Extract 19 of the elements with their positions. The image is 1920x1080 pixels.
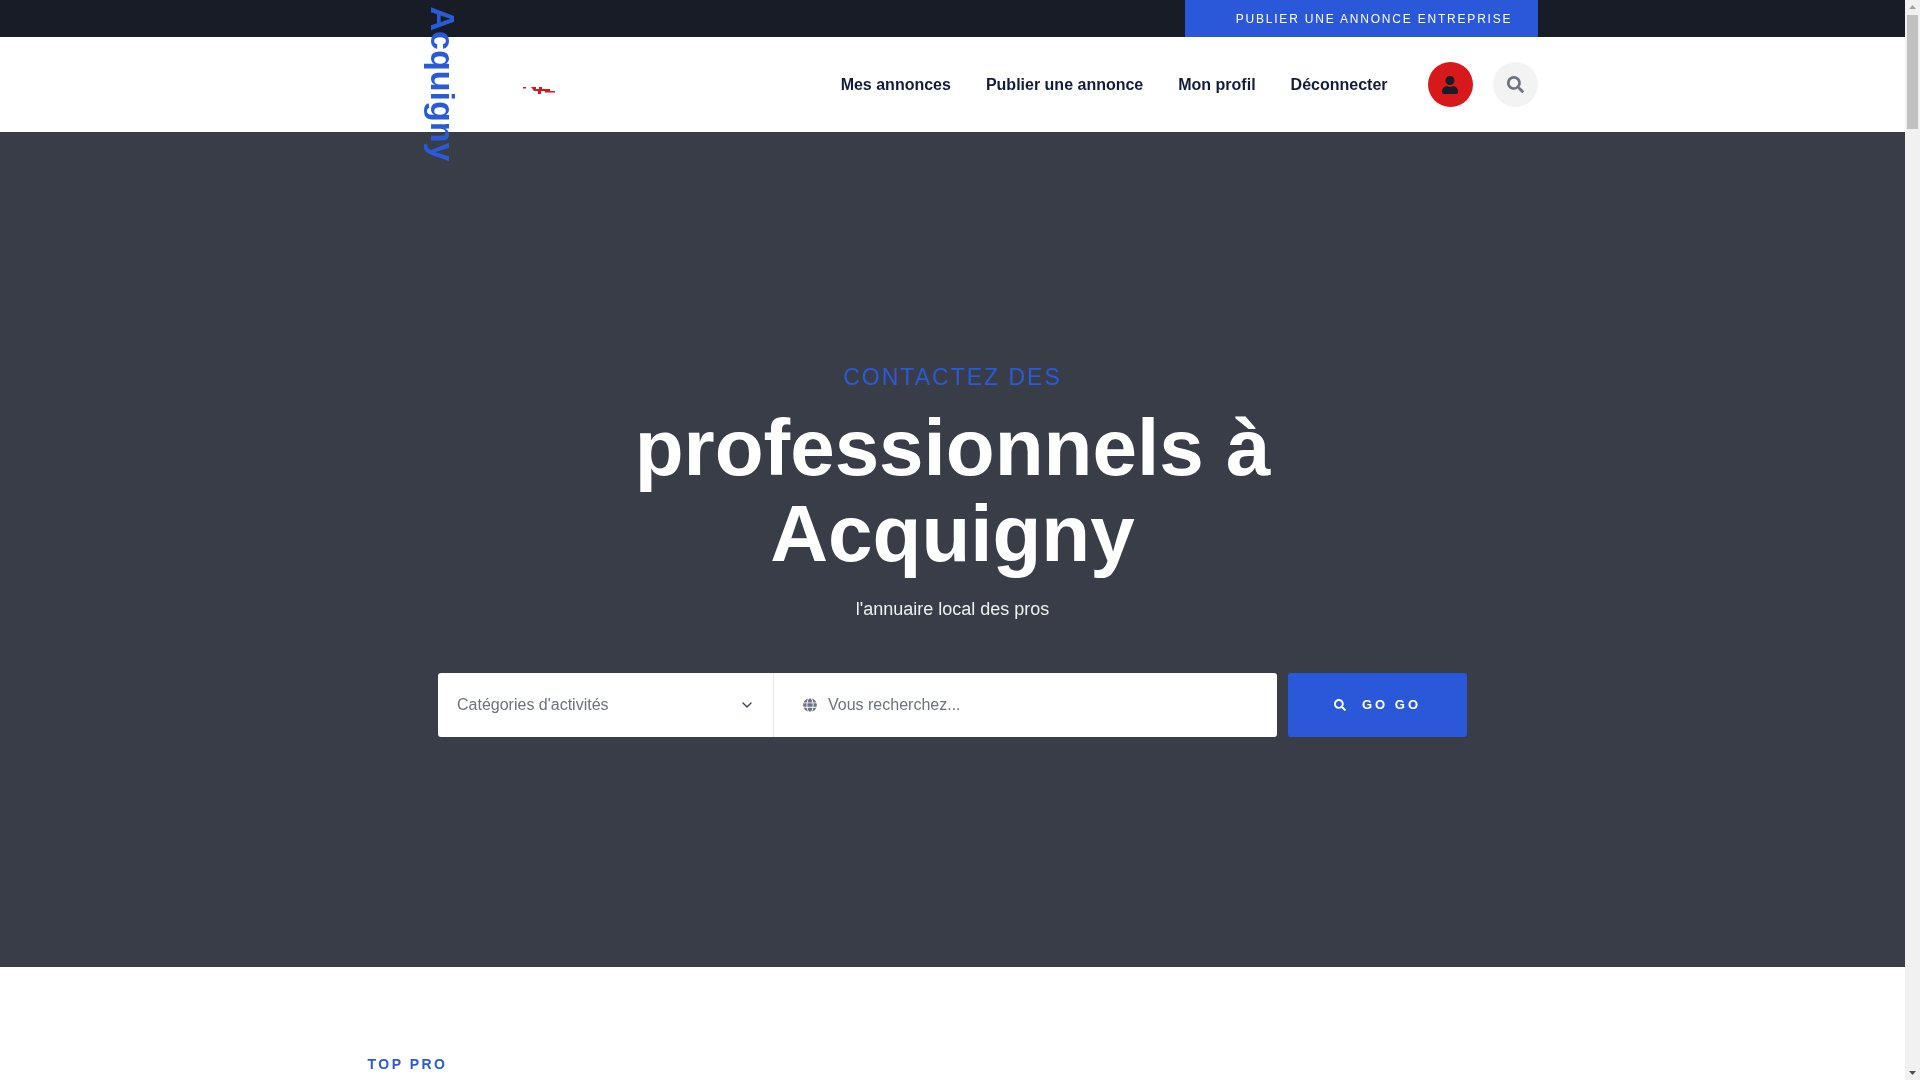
nav-link[interactable]: Publier une annonce [985, 72, 1144, 97]
nav-link[interactable]: Mon profil [1178, 72, 1256, 97]
search-button[interactable] [1492, 62, 1538, 107]
site-logo[interactable]: Acquigny [421, 6, 464, 162]
globe-icon [803, 698, 817, 712]
publish-business-ad-button[interactable]: PUBLIER UNE ANNONCE ENTREPRISE [1184, 0, 1538, 37]
search-field[interactable]: Vous recherchez... [773, 673, 1277, 737]
section-heading: TOP PRO [367, 1056, 448, 1072]
user-account-button[interactable] [1427, 62, 1473, 107]
go-button[interactable]: GO GO [1288, 673, 1467, 737]
nav-link[interactable]: Déconnecter [1290, 72, 1388, 97]
hero-eyebrow: CONTACTEZ DES [843, 363, 1062, 391]
hero-title: professionnels à Acquigny [633, 405, 1272, 577]
search-icon [1333, 699, 1346, 711]
user-icon [1441, 75, 1459, 94]
nav-link[interactable]: Mes annonces [840, 72, 951, 97]
category-select[interactable]: Catégories d'activités [438, 673, 773, 737]
hero-subtitle: l'annuaire local des pros [855, 598, 1050, 621]
search-icon [1506, 76, 1524, 93]
